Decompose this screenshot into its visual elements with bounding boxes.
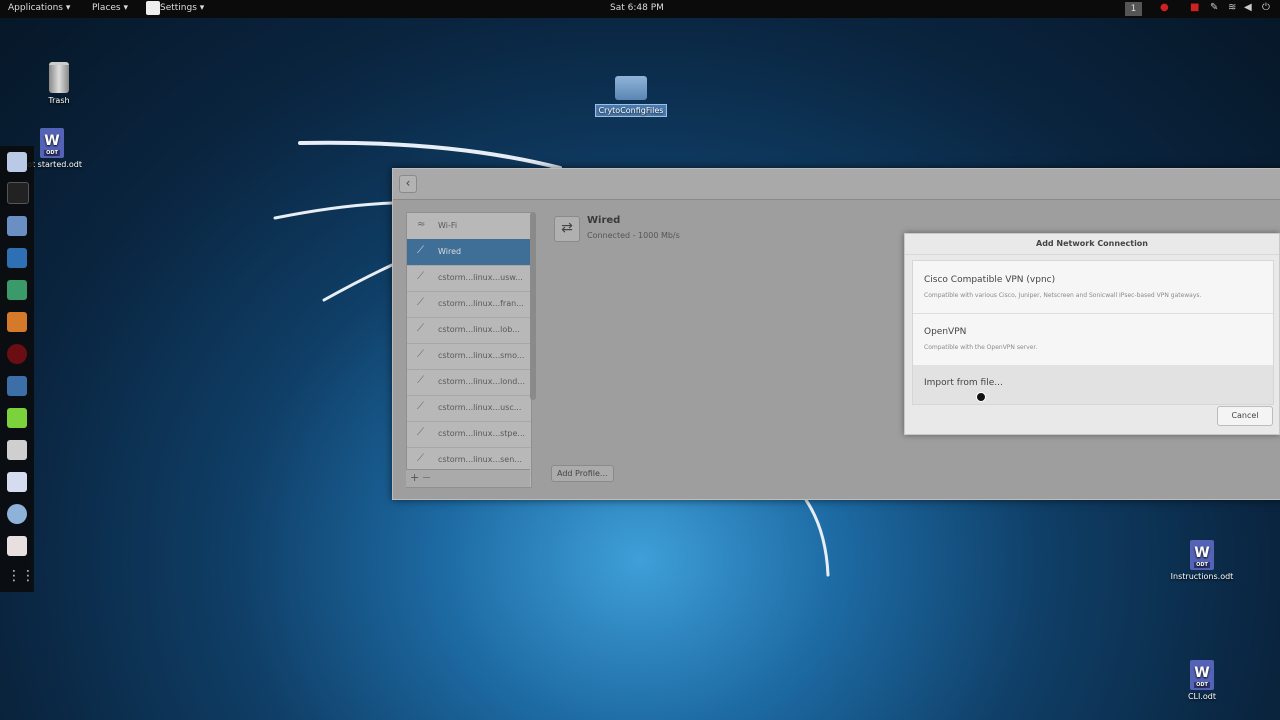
- writer-icon[interactable]: [7, 472, 27, 492]
- power-icon[interactable]: ⏻: [1262, 2, 1270, 13]
- keepnote-icon[interactable]: [7, 504, 27, 524]
- writer-doc-icon: W ODT: [1190, 660, 1214, 690]
- sidebar-scrollbar[interactable]: [530, 212, 536, 400]
- places-menu[interactable]: Places ▾: [92, 3, 128, 13]
- files-icon[interactable]: [7, 216, 27, 236]
- cli-desktop-icon[interactable]: W ODT CLI.odt: [1174, 660, 1230, 701]
- leafpad-icon[interactable]: [7, 408, 27, 428]
- remove-connection-button[interactable]: −: [422, 471, 431, 484]
- sidebar-item-wifi[interactable]: ≈ Wi-Fi: [407, 213, 531, 240]
- cancel-button[interactable]: Cancel: [1217, 406, 1273, 426]
- connection-type-list: Cisco Compatible VPN (vpnc) Compatible w…: [912, 260, 1274, 405]
- vpn-icon: ⟋: [417, 401, 424, 412]
- sidebar-item-vpn[interactable]: ⟋ cstorm...linux...lond...: [407, 369, 531, 396]
- sidebar-item-vpn[interactable]: ⟋ cstorm...linux...usw...: [407, 265, 531, 292]
- sidebar-item-vpn[interactable]: ⟋ cstorm...linux...stpe...: [407, 421, 531, 448]
- volume-icon[interactable]: ◀: [1244, 2, 1252, 13]
- vpn-icon: ⟋: [417, 375, 424, 386]
- settings-app-icon: [146, 1, 160, 15]
- settings-menu[interactable]: Settings ▾: [160, 3, 204, 13]
- vpn-icon: ⟋: [417, 297, 424, 308]
- vpn-icon: ⟋: [417, 349, 424, 360]
- pen-icon[interactable]: ✎: [1210, 2, 1218, 13]
- add-profile-button[interactable]: Add Profile...: [551, 465, 614, 482]
- vpn-icon: ⟋: [417, 427, 424, 438]
- connection-list: ≈ Wi-Fi ⟋ Wired ⟋ cstorm...linux...usw..…: [406, 212, 532, 488]
- sidebar-item-vpn[interactable]: ⟋ cstorm...linux...fran...: [407, 291, 531, 318]
- chevron-left-icon: ‹: [405, 176, 411, 190]
- cherrytree-icon[interactable]: [7, 440, 27, 460]
- metasploit-icon[interactable]: [7, 248, 27, 268]
- writer-doc-icon: W ODT: [1190, 540, 1214, 570]
- burpsuite-icon[interactable]: [7, 312, 27, 332]
- instructions-desktop-icon[interactable]: W ODT Instructions.odt: [1164, 540, 1240, 581]
- writer-doc-icon: W ODT: [40, 128, 64, 158]
- sidebar-toolbar: + −: [406, 469, 530, 487]
- wired-title: Wired: [587, 215, 621, 226]
- top-panel: Applications ▾ Places ▾ Settings ▾ Sat 6…: [0, 0, 1280, 18]
- app-grid-icon[interactable]: ⋮⋮: [7, 566, 35, 586]
- option-openvpn[interactable]: OpenVPN Compatible with the OpenVPN serv…: [913, 313, 1273, 366]
- clock[interactable]: Sat 6:48 PM: [610, 3, 664, 13]
- wired-status: Connected - 1000 Mb/s: [587, 231, 680, 240]
- wifi-icon: ≈: [417, 219, 426, 230]
- option-cisco-vpn[interactable]: Cisco Compatible VPN (vpnc) Compatible w…: [913, 261, 1273, 314]
- sidebar-item-vpn[interactable]: ⟋ cstorm...linux...smo...: [407, 343, 531, 370]
- sidebar-item-wired[interactable]: ⟋ Wired: [407, 239, 531, 266]
- folder-icon: [615, 76, 647, 100]
- browser-icon[interactable]: [7, 152, 27, 172]
- beef-icon[interactable]: [7, 344, 27, 364]
- recorder-icon[interactable]: ●: [1160, 2, 1169, 13]
- dash-dock: ⋮⋮: [0, 146, 35, 592]
- wired-connection-icon: ⇄: [554, 216, 580, 242]
- sidebar-item-vpn[interactable]: ⟋ cstorm...linux...usc...: [407, 395, 531, 422]
- trash-icon: [49, 62, 69, 93]
- window-header: ‹: [393, 169, 1280, 200]
- sidebar-item-vpn[interactable]: ⟋ cstorm...linux...lob...: [407, 317, 531, 344]
- option-import-from-file[interactable]: Import from file...: [913, 365, 1273, 404]
- add-network-connection-dialog: Add Network Connection Cisco Compatible …: [904, 233, 1280, 435]
- back-button[interactable]: ‹: [399, 175, 417, 193]
- record-stop-icon[interactable]: ■: [1190, 2, 1199, 13]
- maltego-icon[interactable]: [7, 376, 27, 396]
- wired-icon: ⟋: [417, 245, 424, 256]
- applications-menu[interactable]: Applications ▾: [8, 3, 70, 13]
- workspace-indicator[interactable]: 1: [1125, 2, 1142, 16]
- settings-icon[interactable]: [7, 536, 27, 556]
- folder-desktop-icon[interactable]: CrytoConfigFiles: [590, 76, 672, 117]
- armitage-icon[interactable]: [7, 280, 27, 300]
- vpn-icon: ⟋: [417, 453, 424, 464]
- add-connection-button[interactable]: +: [410, 471, 419, 484]
- network-icon[interactable]: ≋: [1228, 2, 1236, 13]
- trash-desktop-icon[interactable]: Trash: [38, 62, 80, 105]
- mouse-cursor: [976, 392, 986, 402]
- dialog-title: Add Network Connection: [905, 234, 1279, 255]
- terminal-icon[interactable]: [7, 182, 29, 204]
- vpn-icon: ⟋: [417, 323, 424, 334]
- vpn-icon: ⟋: [417, 271, 424, 282]
